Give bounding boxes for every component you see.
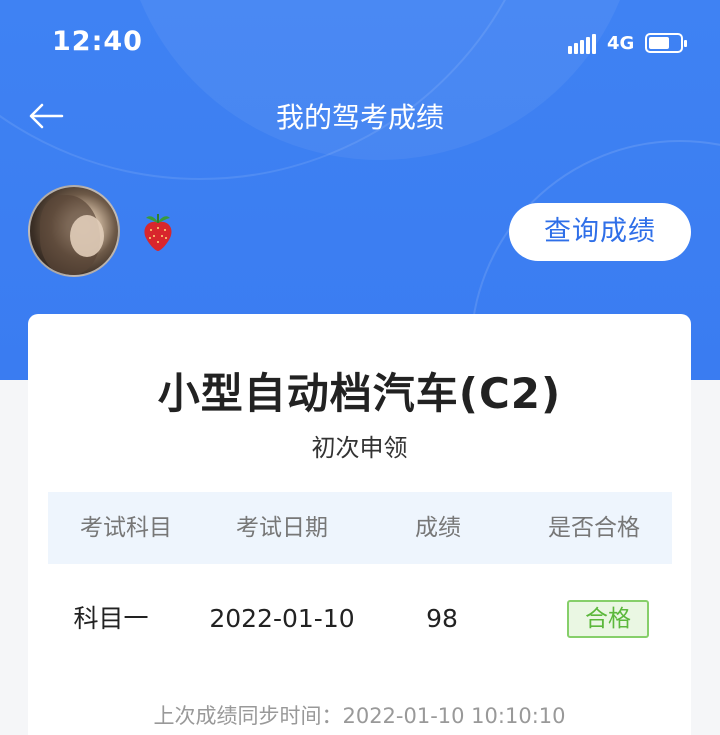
column-header-subject: 考试科目 [80, 515, 172, 541]
sync-time-text: 上次成绩同步时间：2022-01-10 10:10:10 [28, 700, 691, 730]
sync-time-value: 2022-01-10 10:10:10 [342, 704, 566, 728]
strawberry-icon [144, 214, 172, 251]
sync-time-label: 上次成绩同步时间： [153, 704, 343, 728]
network-label: 4G [607, 33, 635, 54]
query-score-button[interactable]: 查询成绩 [509, 203, 691, 261]
pass-badge: 合格 [567, 600, 649, 638]
license-type-title: 小型自动档汽车(C2) [157, 369, 562, 418]
status-bar: 12:40 4G [0, 0, 720, 86]
column-header-result: 是否合格 [548, 515, 640, 541]
table-row: 科目一 2022-01-10 98 合格 [48, 584, 672, 654]
score-cell: 98 [426, 604, 458, 633]
page-title: 我的驾考成绩 [275, 101, 444, 134]
column-header-score: 成绩 [415, 515, 461, 541]
avatar[interactable] [28, 185, 120, 277]
battery-icon [645, 33, 687, 53]
status-time: 12:40 [52, 26, 143, 57]
signal-icon [568, 34, 600, 54]
column-header-date: 考试日期 [236, 515, 328, 541]
table-header: 考试科目 考试日期 成绩 是否合格 [48, 492, 672, 564]
date-cell: 2022-01-10 [209, 604, 355, 633]
apply-type-label: 初次申领 [311, 434, 408, 462]
subject-cell: 科目一 [73, 604, 149, 633]
score-card: 小型自动档汽车(C2) 初次申领 考试科目 考试日期 成绩 是否合格 科目一 2… [28, 314, 691, 735]
